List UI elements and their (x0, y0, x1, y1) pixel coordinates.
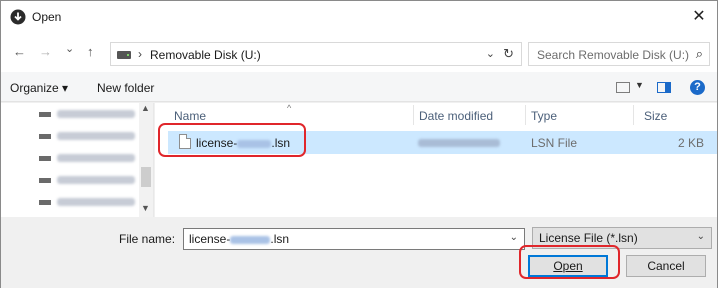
new-folder-button[interactable]: New folder (97, 81, 154, 95)
column-divider[interactable] (525, 105, 526, 125)
title-bar: Open ✕ (1, 1, 717, 32)
drive-icon (39, 156, 51, 161)
redacted-date-modified (418, 139, 500, 147)
nav-pane-drive-item[interactable] (39, 129, 139, 143)
cancel-button[interactable]: Cancel (626, 255, 706, 277)
navigation-pane: ▲ ▼ (1, 103, 154, 217)
nav-pane-scrollbar[interactable]: ▲ ▼ (139, 103, 153, 217)
recent-locations-chevron-icon[interactable]: ⌄ (65, 42, 74, 55)
navigation-bar: ← → ⌄ ↑ › Removable Disk (U:) ⌄ ↻ Search… (1, 32, 717, 72)
view-options-dropdown-icon[interactable]: ▼ (635, 80, 644, 90)
column-divider[interactable] (633, 105, 634, 125)
address-bar[interactable]: › Removable Disk (U:) ⌄ ↻ (110, 42, 522, 66)
open-dialog-icon (10, 9, 26, 25)
breadcrumb-removable-disk[interactable]: Removable Disk (U:) (150, 48, 261, 62)
scroll-up-arrow-icon[interactable]: ▲ (141, 103, 150, 113)
file-type: LSN File (531, 136, 578, 150)
refresh-icon[interactable]: ↻ (503, 46, 514, 62)
drive-icon (39, 200, 51, 205)
redacted-drive-name (57, 110, 135, 118)
redacted-drive-name (57, 198, 135, 206)
dialog-title: Open (32, 10, 62, 24)
search-placeholder: Search Removable Disk (U:) (537, 48, 690, 62)
scroll-down-arrow-icon[interactable]: ▼ (141, 203, 150, 213)
file-name-dropdown-icon[interactable]: ⌄ (510, 232, 518, 243)
annotation-highlight-open-button (519, 245, 620, 279)
up-folder-arrow-icon[interactable]: ↑ (87, 44, 94, 59)
scrollbar-thumb[interactable] (141, 167, 151, 187)
sort-ascending-icon: ^ (287, 103, 292, 113)
search-icon[interactable]: ⌕ (696, 46, 703, 62)
forward-arrow-icon[interactable]: → (39, 44, 52, 59)
change-view-icon[interactable] (616, 82, 630, 93)
annotation-highlight-file (158, 123, 306, 157)
breadcrumb-separator-icon: › (138, 47, 142, 61)
redacted-text (230, 235, 271, 244)
help-icon[interactable]: ? (690, 80, 705, 95)
redacted-drive-name (57, 154, 135, 162)
column-header-size[interactable]: Size (644, 109, 667, 123)
address-dropdown-icon[interactable]: ⌄ (486, 47, 495, 60)
redacted-drive-name (57, 132, 135, 140)
nav-pane-drive-item[interactable] (39, 151, 139, 165)
nav-pane-drive-item[interactable] (39, 173, 139, 187)
file-type-filter-value: License File (*.lsn) (539, 231, 638, 245)
command-toolbar: Organize ▾ New folder ▼ ? (1, 72, 717, 102)
redacted-drive-name (57, 176, 135, 184)
file-type-dropdown-icon[interactable]: ⌄ (697, 231, 705, 242)
file-name-input[interactable]: license- .lsn ⌄ (183, 228, 525, 250)
column-header-type[interactable]: Type (531, 109, 557, 123)
removable-drive-icon (117, 51, 131, 59)
file-size: 2 KB (677, 136, 704, 150)
column-header-name[interactable]: Name (174, 109, 206, 123)
back-arrow-icon[interactable]: ← (13, 44, 26, 59)
close-icon[interactable]: ✕ (689, 6, 709, 26)
nav-pane-drive-item[interactable] (39, 107, 139, 121)
column-divider[interactable] (413, 105, 414, 125)
file-name-value: license- .lsn (189, 232, 290, 246)
preview-pane-icon[interactable] (657, 82, 671, 93)
file-name-label: File name: (119, 232, 176, 246)
drive-icon (39, 134, 51, 139)
column-header-date-modified[interactable]: Date modified (419, 109, 493, 123)
drive-icon (39, 178, 51, 183)
nav-pane-drive-item[interactable] (39, 195, 139, 209)
drive-icon (39, 112, 51, 117)
search-box[interactable]: Search Removable Disk (U:) ⌕ (528, 42, 710, 66)
organize-menu-button[interactable]: Organize ▾ (10, 81, 68, 95)
file-list: Name ^ Date modified Type Size license-.… (155, 103, 717, 217)
